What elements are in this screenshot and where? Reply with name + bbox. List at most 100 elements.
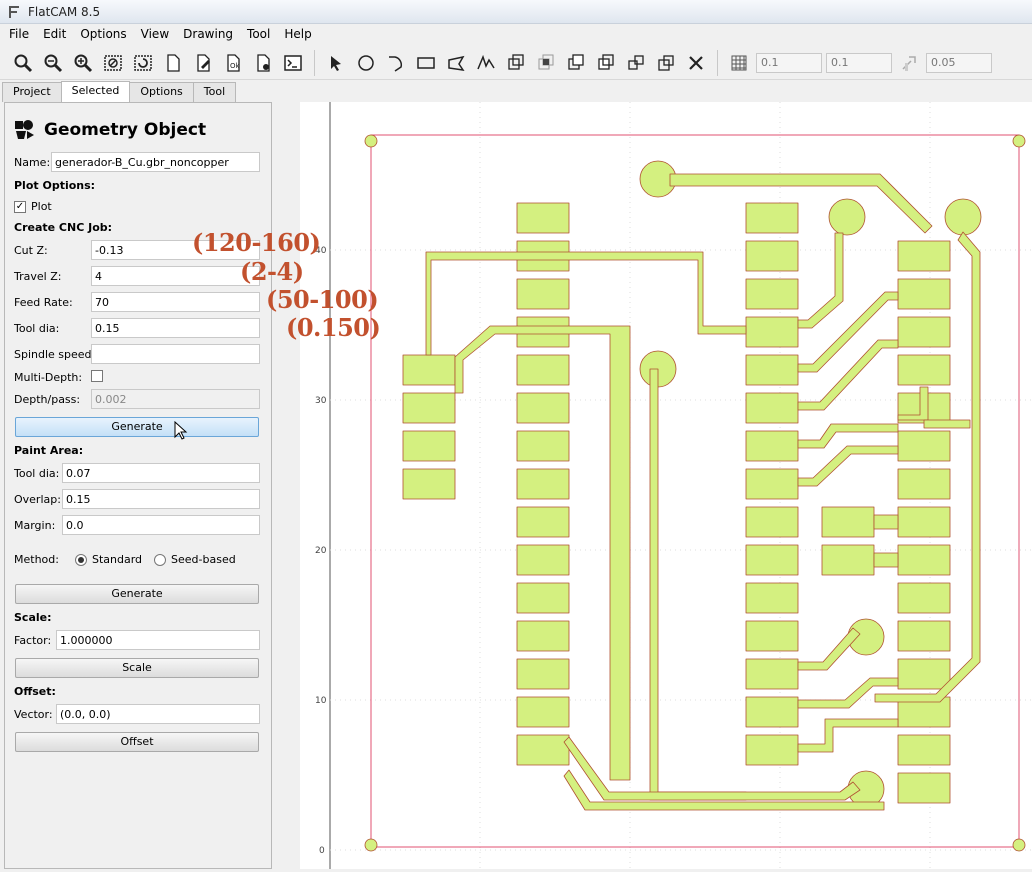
select-icon xyxy=(331,55,341,71)
method-seed-radio[interactable] xyxy=(154,553,167,566)
select-tool-button[interactable] xyxy=(323,50,349,76)
notebook-tabs: Project Selected Options Tool xyxy=(2,81,237,102)
method-seed-label: Seed-based xyxy=(171,553,236,566)
feed-rate-input[interactable] xyxy=(91,292,260,312)
tab-tool[interactable]: Tool xyxy=(192,82,237,102)
tab-selected[interactable]: Selected xyxy=(60,81,131,102)
generate-cnc-button[interactable]: Generate xyxy=(15,417,259,437)
offset-vector-input[interactable] xyxy=(56,704,260,724)
cnc-job-heading: Create CNC Job: xyxy=(14,221,113,234)
cut-icon xyxy=(598,53,614,70)
union-button[interactable] xyxy=(503,50,529,76)
edit-geometry-button[interactable] xyxy=(190,50,216,76)
menu-tool[interactable]: Tool xyxy=(240,27,277,41)
path-tool-button[interactable] xyxy=(473,50,499,76)
spindle-speed-input[interactable] xyxy=(91,344,260,364)
shell-button[interactable] xyxy=(280,50,306,76)
menu-help[interactable]: Help xyxy=(277,27,318,41)
grid-x-input[interactable] xyxy=(756,52,822,73)
arc-tool-button[interactable] xyxy=(383,50,409,76)
y-tick-label: 30 xyxy=(315,396,327,406)
y-tick-label: 10 xyxy=(315,696,327,706)
depth-pass-input[interactable] xyxy=(91,389,260,409)
offset-heading: Offset: xyxy=(14,685,56,698)
menu-bar: File Edit Options View Drawing Tool Help xyxy=(0,24,1032,44)
delete-geometry-button[interactable] xyxy=(250,50,276,76)
toolbar: Ok xyxy=(0,46,1032,80)
delete-shape-button[interactable] xyxy=(683,50,709,76)
replot-button[interactable] xyxy=(130,50,156,76)
plot-options-heading: Plot Options: xyxy=(14,179,96,192)
plot-checkbox[interactable]: ✓ xyxy=(14,200,26,213)
travel-z-input[interactable] xyxy=(91,266,260,286)
shell-icon xyxy=(284,54,302,71)
snap-max-input[interactable] xyxy=(926,52,992,73)
panel-header: Geometry Object xyxy=(14,119,206,141)
tab-options[interactable]: Options xyxy=(129,82,194,102)
grid-y-input[interactable] xyxy=(826,52,892,73)
annotation-cut-z: (120-160) xyxy=(192,228,321,257)
paint-tool-dia-input[interactable] xyxy=(62,463,260,483)
union-icon xyxy=(508,53,524,70)
buffer-icon xyxy=(628,54,644,70)
update-geometry-icon: Ok xyxy=(227,53,241,72)
cut-button[interactable] xyxy=(593,50,619,76)
grid-snap-button[interactable] xyxy=(726,50,752,76)
polygon-icon xyxy=(448,55,465,71)
multi-depth-checkbox[interactable] xyxy=(91,370,103,382)
method-label: Method: xyxy=(14,553,59,566)
scale-factor-input[interactable] xyxy=(56,630,260,650)
menu-edit[interactable]: Edit xyxy=(36,27,73,41)
grid-snap-icon xyxy=(731,55,747,70)
circle-tool-button[interactable] xyxy=(353,50,379,76)
selected-panel: Geometry Object Name: Plot Options: ✓ Pl… xyxy=(4,102,272,869)
paint-area-heading: Paint Area: xyxy=(14,444,84,457)
polygon-tool-button[interactable] xyxy=(443,50,469,76)
paint-tool-dia-label: Tool dia: xyxy=(14,467,60,480)
annotation-feed-rate: (50-100) xyxy=(266,285,379,314)
buffer-button[interactable] xyxy=(623,50,649,76)
overlap-input[interactable] xyxy=(62,489,260,509)
multi-depth-label: Multi-Depth: xyxy=(14,371,83,384)
circle-icon xyxy=(358,54,374,71)
zoom-out-button[interactable] xyxy=(70,50,96,76)
intersection-button[interactable] xyxy=(533,50,559,76)
corner-snap-icon xyxy=(902,55,916,71)
clear-plot-button[interactable] xyxy=(100,50,126,76)
tool-dia-input[interactable] xyxy=(91,318,260,338)
tool-dia-label: Tool dia: xyxy=(14,322,60,335)
menu-options[interactable]: Options xyxy=(73,27,133,41)
new-geometry-button[interactable] xyxy=(160,50,186,76)
zoom-in-icon xyxy=(44,54,63,72)
path-icon xyxy=(477,54,495,69)
y-tick-label: 20 xyxy=(315,546,327,556)
method-standard-label: Standard xyxy=(91,553,143,566)
tab-project[interactable]: Project xyxy=(2,82,62,102)
generate-paint-button[interactable]: Generate xyxy=(15,584,259,604)
plot-canvas[interactable]: 40 30 20 10 0 xyxy=(300,102,1032,869)
margin-input[interactable] xyxy=(62,515,260,535)
rectangle-icon xyxy=(417,56,435,69)
update-geometry-button[interactable]: Ok xyxy=(220,50,246,76)
corner-snap-button[interactable] xyxy=(896,50,922,76)
depth-pass-label: Depth/pass: xyxy=(14,393,81,406)
scale-button[interactable]: Scale xyxy=(15,658,259,678)
menu-drawing[interactable]: Drawing xyxy=(176,27,240,41)
menu-file[interactable]: File xyxy=(2,27,36,41)
method-standard-radio[interactable] xyxy=(74,553,87,566)
toolbar-separator xyxy=(314,49,315,76)
zoom-fit-button[interactable] xyxy=(10,50,36,76)
menu-view[interactable]: View xyxy=(134,27,176,41)
name-input[interactable] xyxy=(51,152,260,172)
geometry-object-icon xyxy=(15,120,34,139)
copper-geometry xyxy=(402,160,982,811)
rectangle-tool-button[interactable] xyxy=(413,50,439,76)
delete-icon xyxy=(257,53,270,72)
move-button[interactable] xyxy=(653,50,679,76)
replot-icon xyxy=(134,54,152,71)
subtract-button[interactable] xyxy=(563,50,589,76)
offset-button[interactable]: Offset xyxy=(15,732,259,752)
annotation-tool-dia: (0.150) xyxy=(286,313,381,342)
zoom-in-button[interactable] xyxy=(40,50,66,76)
name-label: Name: xyxy=(14,156,51,169)
